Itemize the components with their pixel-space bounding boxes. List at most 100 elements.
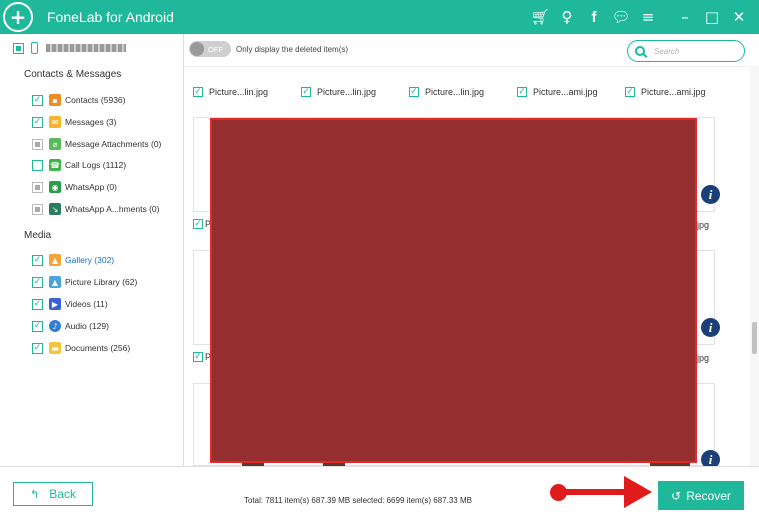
thumbnail-label[interactable]: ✓ P — [193, 352, 211, 362]
chat-icon[interactable]: 💬︎ — [609, 5, 633, 29]
thumbnail-filename: Picture...lin.jpg — [317, 87, 377, 97]
sidebar: Contacts & Messages ✓ ▪ Contacts (5936) … — [0, 34, 184, 466]
sidebar-item-label: Messages (3) — [65, 117, 117, 127]
back-button-label: Back — [49, 487, 76, 501]
checkbox-checked[interactable]: ✓ — [32, 342, 43, 354]
sidebar-item-gallery[interactable]: ✓ ▲ Gallery (302) — [32, 253, 114, 267]
facebook-icon[interactable]: f — [582, 5, 606, 29]
sidebar-item-label: Call Logs (1112) — [65, 160, 127, 170]
thumbnail-label[interactable]: ✓ P — [193, 219, 211, 229]
device-row[interactable] — [13, 42, 126, 54]
checkbox-checked[interactable]: ✓ — [32, 276, 43, 288]
whatsapp-attachments-icon: ↘ — [49, 203, 61, 215]
search-icon — [635, 46, 645, 56]
thumbnail-label[interactable]: ✓ Picture...ami.jpg — [625, 87, 706, 97]
sidebar-item-videos[interactable]: ✓ ▶ Videos (11) — [32, 297, 108, 311]
thumbnail-label[interactable]: ✓ Picture...lin.jpg — [301, 87, 376, 97]
sidebar-item-whatsapp[interactable]: ◉ WhatsApp (0) — [32, 180, 117, 194]
checkbox-checked[interactable]: ✓ — [625, 87, 635, 97]
thumbnail-filename: jpg — [697, 353, 710, 363]
recover-button-label: Recover — [686, 488, 731, 503]
content-divider — [185, 66, 749, 67]
checkbox-unchecked[interactable] — [32, 159, 43, 171]
minimize-icon[interactable]: – — [673, 5, 697, 29]
sidebar-item-call-logs[interactable]: ☎ Call Logs (1112) — [32, 158, 126, 172]
key-icon[interactable]: ♀ — [555, 5, 579, 29]
device-checkbox[interactable] — [13, 42, 24, 54]
toggle-label: Only display the deleted item(s) — [236, 45, 349, 54]
sidebar-item-whatsapp-attachments[interactable]: ↘ WhatsApp A...hments (0) — [32, 202, 159, 216]
info-icon[interactable]: i — [701, 185, 720, 204]
thumbnail-label[interactable]: ✓ Picture...ami.jpg — [517, 87, 598, 97]
sidebar-item-messages[interactable]: ✓ ✉ Messages (3) — [32, 115, 117, 129]
title-bar: + FoneLab for Android 🛒︎ ♀ f 💬︎ ≡ – □ ✕ — [0, 0, 759, 34]
search-placeholder: Search — [654, 46, 680, 56]
device-name-blurred — [46, 44, 126, 52]
thumbnail-label[interactable]: ✓ Picture...lin.jpg — [193, 87, 268, 97]
checkbox-checked[interactable]: ✓ — [409, 87, 419, 97]
sidebar-item-documents[interactable]: ✓ ▬ Documents (256) — [32, 341, 130, 355]
redacted-image-area — [210, 118, 697, 463]
audio-icon: ♪ — [49, 320, 61, 332]
sidebar-item-label: WhatsApp (0) — [65, 182, 117, 192]
thumbnail-label[interactable]: ✓ Picture...lin.jpg — [409, 87, 484, 97]
deleted-only-toggle[interactable]: OFF — [189, 41, 231, 57]
maximize-icon[interactable]: □ — [700, 5, 724, 29]
sidebar-item-label: Message Attachments (0) — [65, 139, 162, 149]
checkbox-checked[interactable]: ✓ — [32, 254, 43, 266]
checkbox-partial[interactable] — [32, 203, 43, 215]
thumbnail-label-end: jpg — [697, 220, 709, 230]
documents-icon: ▬ — [49, 342, 61, 354]
scrollbar-thumb[interactable] — [752, 322, 757, 354]
menu-icon[interactable]: ≡ — [636, 5, 660, 29]
back-button[interactable]: ↰ Back — [13, 482, 93, 506]
sidebar-item-label: Gallery (302) — [65, 255, 115, 265]
section-title-media: Media — [24, 230, 52, 241]
checkbox-checked[interactable]: ✓ — [32, 116, 43, 128]
selection-summary: Total: 7811 item(s) 687.39 MB selected: … — [244, 496, 472, 505]
app-title: FoneLab for Android — [47, 9, 174, 25]
thumbnail-filename: Picture...ami.jpg — [533, 87, 598, 97]
title-bar-actions: 🛒︎ ♀ f 💬︎ ≡ – □ ✕ — [525, 0, 751, 34]
whatsapp-icon: ◉ — [49, 181, 61, 193]
recover-button[interactable]: ↺ Recover — [658, 481, 744, 510]
thumbnail-label-end: jpg — [697, 353, 709, 363]
toggle-state: OFF — [208, 44, 223, 54]
videos-icon: ▶ — [49, 298, 61, 310]
contacts-icon: ▪ — [49, 94, 61, 106]
sidebar-item-contacts[interactable]: ✓ ▪ Contacts (5936) — [32, 93, 125, 107]
sidebar-item-picture-library[interactable]: ✓ ▲ Picture Library (62) — [32, 275, 137, 289]
search-input[interactable]: Search — [627, 40, 745, 62]
checkbox-partial[interactable] — [32, 138, 43, 150]
toggle-knob — [190, 42, 204, 56]
thumbnail-filename: jpg — [697, 220, 710, 230]
checkbox-checked[interactable]: ✓ — [32, 298, 43, 310]
phone-icon — [31, 42, 38, 54]
annotation-arrow-tail — [550, 484, 567, 501]
picture-library-icon: ▲ — [49, 276, 61, 288]
checkbox-checked[interactable]: ✓ — [517, 87, 527, 97]
gallery-icon: ▲ — [49, 254, 61, 266]
recover-icon: ↺ — [671, 488, 682, 503]
checkbox-checked[interactable]: ✓ — [32, 94, 43, 106]
sidebar-item-label: Videos (11) — [65, 299, 108, 309]
app-logo-icon: + — [3, 2, 33, 32]
checkbox-checked[interactable]: ✓ — [193, 87, 203, 97]
checkbox-checked[interactable]: ✓ — [32, 320, 43, 332]
sidebar-item-message-attachments[interactable]: ⌀ Message Attachments (0) — [32, 137, 161, 151]
sidebar-item-label: Picture Library (62) — [65, 277, 138, 287]
sidebar-item-label: Contacts (5936) — [65, 95, 126, 105]
checkbox-checked[interactable]: ✓ — [193, 219, 203, 229]
checkbox-checked[interactable]: ✓ — [301, 87, 311, 97]
back-arrow-icon: ↰ — [30, 487, 40, 501]
annotation-arrow-head-icon — [624, 476, 652, 508]
info-icon[interactable]: i — [701, 318, 720, 337]
annotation-arrow-shaft — [560, 489, 630, 495]
sidebar-item-label: WhatsApp A...hments (0) — [65, 204, 160, 214]
sidebar-item-audio[interactable]: ✓ ♪ Audio (129) — [32, 319, 109, 333]
cart-icon[interactable]: 🛒︎ — [528, 5, 552, 29]
checkbox-checked[interactable]: ✓ — [193, 352, 203, 362]
close-icon[interactable]: ✕ — [727, 5, 751, 29]
scrollbar-track[interactable] — [750, 66, 759, 466]
checkbox-partial[interactable] — [32, 181, 43, 193]
